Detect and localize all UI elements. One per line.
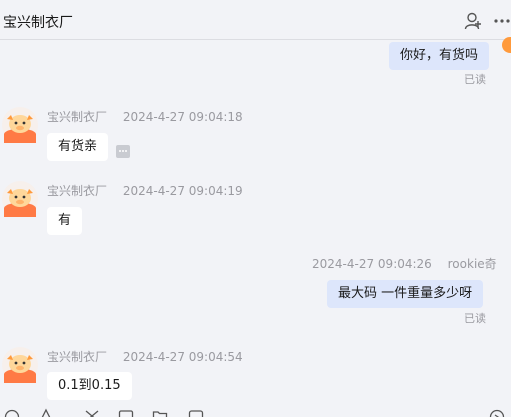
self-avatar[interactable] [502, 37, 511, 53]
avatar[interactable] [2, 107, 38, 143]
avatar[interactable] [2, 347, 38, 383]
message-meta: 宝兴制衣厂 2024-4-27 09:04:19 [47, 182, 243, 199]
message-bubble-outgoing[interactable]: 你好，有货吗 [389, 42, 490, 70]
timestamp: 2024-4-27 09:04:18 [122, 110, 243, 124]
emoji-icon[interactable] [4, 408, 20, 417]
timestamp: 2024-4-27 09:04:54 [122, 350, 243, 364]
sender-name: 宝兴制衣厂 [47, 350, 108, 364]
message-bubble-incoming[interactable]: 有 [47, 207, 83, 235]
message-bubble-incoming[interactable]: 0.1到0.15 [47, 372, 132, 400]
timestamp: 2024-4-27 09:04:26 [312, 257, 432, 271]
read-status: 已读 [464, 73, 486, 86]
add-user-icon[interactable] [464, 12, 482, 30]
message-bubble-outgoing[interactable]: 最大码 一件重量多少呀 [327, 280, 484, 308]
message-bubble-incoming[interactable]: 有货亲 [47, 133, 109, 161]
avatar[interactable] [2, 181, 38, 217]
image-icon[interactable] [118, 408, 134, 417]
chat-title: 宝兴制衣厂 [3, 15, 73, 31]
sender-name: 宝兴制衣厂 [47, 184, 108, 198]
send-arrow-icon[interactable] [489, 408, 505, 417]
scissors-icon[interactable] [84, 408, 100, 417]
sender-name: rookie奇 [447, 257, 497, 271]
message-meta: 宝兴制衣厂 2024-4-27 09:04:18 [47, 108, 243, 125]
more-icon[interactable] [493, 12, 511, 30]
timestamp: 2024-4-27 09:04:19 [122, 184, 243, 198]
chat-icon[interactable] [188, 408, 204, 417]
bell-icon[interactable] [38, 408, 54, 417]
sender-name: 宝兴制衣厂 [47, 110, 108, 124]
message-meta: 宝兴制衣厂 2024-4-27 09:04:54 [47, 348, 243, 365]
message-meta: 2024-4-27 09:04:26 rookie奇 [312, 255, 497, 272]
folder-icon[interactable] [152, 408, 168, 417]
input-toolbar [0, 403, 511, 417]
read-status: 已读 [464, 312, 486, 325]
message-more-icon[interactable] [116, 145, 130, 158]
chat-header: 宝兴制衣厂 [0, 0, 511, 40]
